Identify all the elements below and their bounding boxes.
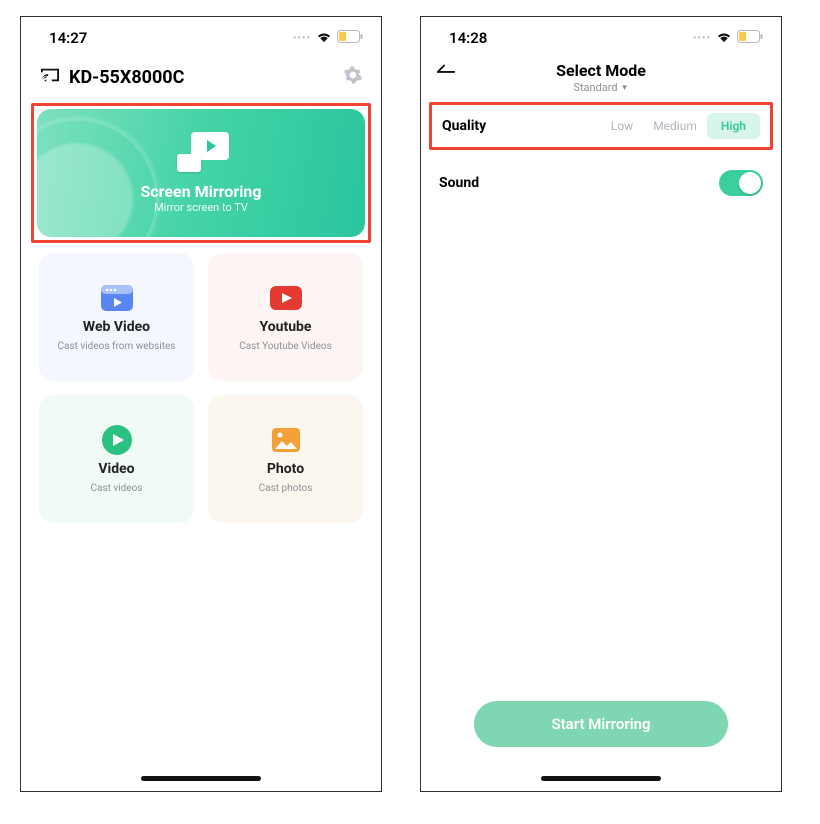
cellular-dots-icon: •••• [693,33,711,44]
play-circle-icon [100,425,134,455]
tile-yt-sub: Cast Youtube Videos [239,341,332,352]
nav-subtitle: Standard ▼ [556,81,646,94]
status-time: 14:27 [49,29,87,47]
nav-bar: Select Mode Standard ▼ [421,51,781,96]
highlight-hero: Screen Mirroring Mirror screen to TV [31,103,371,243]
nav-sub-label: Standard [573,81,617,94]
phone-home-screen: 14:27 •••• KD-55X8000C Sc [20,16,382,792]
tile-web-video[interactable]: Web Video Cast videos from websites [39,253,194,381]
cellular-dots-icon: •••• [293,33,311,44]
feature-tiles: Web Video Cast videos from websites Yout… [21,253,381,523]
browser-play-icon [100,283,134,313]
home-indicator[interactable] [541,776,661,781]
tile-web-title: Web Video [83,319,150,335]
tile-youtube[interactable]: Youtube Cast Youtube Videos [208,253,363,381]
phone-mode-screen: 14:28 •••• Select Mode Standard ▼ Qualit… [420,16,782,792]
tile-web-sub: Cast videos from websites [58,341,176,352]
quality-option-medium[interactable]: Medium [643,113,707,139]
cast-icon [39,66,61,89]
status-bar: 14:28 •••• [421,17,781,51]
home-indicator[interactable] [141,776,261,781]
back-button[interactable] [435,63,457,83]
quality-option-low[interactable]: Low [601,113,643,139]
start-mirroring-button[interactable]: Start Mirroring [474,701,728,747]
tile-photo-title: Photo [267,461,304,477]
status-indicators: •••• [293,29,363,47]
screen-mirroring-icon [173,132,229,172]
wifi-icon [715,29,733,47]
tile-video[interactable]: Video Cast videos [39,395,194,523]
hero-title: Screen Mirroring [140,182,261,201]
status-time: 14:28 [449,29,487,47]
quality-label: Quality [442,118,486,134]
sound-toggle[interactable] [719,170,763,196]
status-indicators: •••• [693,29,763,47]
hero-subtitle: Mirror screen to TV [154,201,248,214]
chevron-down-icon: ▼ [621,83,629,92]
tile-yt-title: Youtube [260,319,312,335]
tile-photo[interactable]: Photo Cast photos [208,395,363,523]
nav-title: Select Mode [556,61,646,80]
youtube-icon [269,283,303,313]
photo-icon [269,425,303,455]
device-name-row[interactable]: KD-55X8000C [39,66,184,89]
status-bar: 14:27 •••• [21,17,381,51]
battery-icon [737,29,763,47]
battery-icon [337,29,363,47]
tile-video-sub: Cast videos [91,483,143,494]
quality-segmented: Low Medium High [601,113,760,139]
screen-mirroring-card[interactable]: Screen Mirroring Mirror screen to TV [37,109,365,237]
tile-photo-sub: Cast photos [259,483,313,494]
nav-title-group[interactable]: Select Mode Standard ▼ [556,61,646,94]
sound-row: Sound [421,160,781,206]
sound-label: Sound [439,175,479,191]
wifi-icon [315,29,333,47]
highlight-quality-row: Quality Low Medium High [429,102,773,150]
settings-button[interactable] [343,65,363,89]
start-mirroring-label: Start Mirroring [551,715,650,733]
tile-video-title: Video [98,461,134,477]
device-header: KD-55X8000C [21,51,381,97]
quality-option-high[interactable]: High [707,113,760,139]
device-name-label: KD-55X8000C [69,67,184,88]
